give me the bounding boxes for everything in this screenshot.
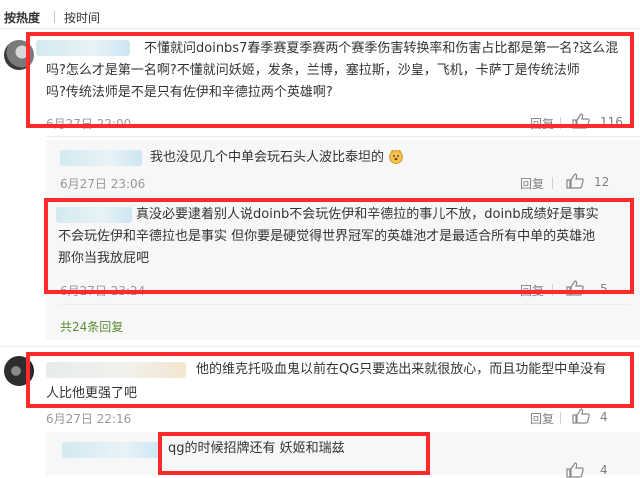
comment-text-line: 吗?怎么才是第一名啊?不懂就问妖姬，发条，兰博，塞拉斯，沙皇，飞机，卡萨丁是传统… (46, 63, 580, 78)
view-more-replies-link[interactable]: 共24条回复 (60, 318, 123, 335)
like-thumb-icon[interactable] (572, 408, 590, 424)
like-thumb-icon[interactable] (566, 280, 584, 296)
meta-divider (552, 177, 553, 189)
comment-text-line: 不懂就问doinbs7春季赛夏季赛两个赛季伤害转换率和伤害占比都是第一名?这么混 (144, 41, 619, 56)
like-count: 4 (600, 410, 608, 424)
reply-button[interactable]: 回复 (530, 115, 554, 132)
username-blurred[interactable] (62, 442, 162, 458)
meta-divider (560, 412, 561, 424)
like-thumb-icon[interactable] (566, 462, 584, 478)
reply-divider (60, 304, 630, 305)
reply-divider (60, 196, 630, 197)
comment-text-line: 吗?传统法师是不是只有佐伊和辛德拉两个英雄啊? (46, 85, 333, 100)
username-blurred[interactable] (46, 362, 186, 378)
reply-timestamp: 6月27日 23:06 (60, 177, 146, 191)
avatar[interactable] (4, 356, 34, 386)
sort-divider (54, 11, 55, 23)
like-count: 12 (594, 175, 610, 189)
comment-divider (0, 346, 640, 347)
like-thumb-icon[interactable] (566, 173, 584, 189)
comment-text-line: 他的维克托吸血鬼以前在QG只要选出来就很放心，而且功能型中单没有 (196, 362, 607, 377)
reply-text-line: 不会玩佐伊和辛德拉也是事实 但你要是硬觉得世界冠军的英雄池才是最适合所有中单的英… (58, 229, 596, 244)
reply-timestamp: 6月27日 23:24 (60, 284, 146, 298)
meta-divider (560, 117, 561, 129)
sort-bar: 按热度 按时间 (0, 0, 640, 28)
reply-button[interactable]: 回复 (520, 282, 544, 299)
like-thumb-icon[interactable] (572, 113, 590, 129)
like-count: 116 (600, 115, 623, 129)
sort-bar-divider (0, 28, 640, 29)
like-count: 5 (600, 282, 608, 296)
comment-text-line: 人比他更强了吧 (46, 386, 138, 401)
username-blurred[interactable] (60, 150, 142, 166)
reply-button[interactable]: 回复 (520, 175, 544, 192)
reply-text-line: 真没必要逮着别人说doinb不会玩佐伊和辛德拉的事儿不放，doinb成绩好是事实 (136, 207, 599, 222)
sort-by-time-tab[interactable]: 按时间 (64, 9, 100, 26)
username-blurred[interactable] (36, 40, 130, 56)
sort-by-hot-tab[interactable]: 按热度 (4, 9, 40, 26)
reply-text: qg的时候招牌还有 妖姬和瑞兹 (168, 441, 345, 456)
meta-divider (552, 284, 553, 296)
reply-text-line: 那你当我放屁吧 (58, 251, 150, 266)
reply-text-content: 我也没见几个中单会玩石头人波比泰坦的 (150, 150, 385, 165)
comment-timestamp: 6月27日 22:00 (46, 117, 132, 131)
reply-text: 我也没见几个中单会玩石头人波比泰坦的 (150, 147, 404, 169)
doge-emoji-icon (389, 149, 404, 164)
comment-divider (46, 136, 640, 137)
comment-timestamp: 6月27日 22:16 (46, 412, 132, 426)
avatar[interactable] (4, 40, 34, 70)
reply-button[interactable]: 回复 (530, 410, 554, 427)
username-blurred[interactable] (56, 207, 132, 223)
